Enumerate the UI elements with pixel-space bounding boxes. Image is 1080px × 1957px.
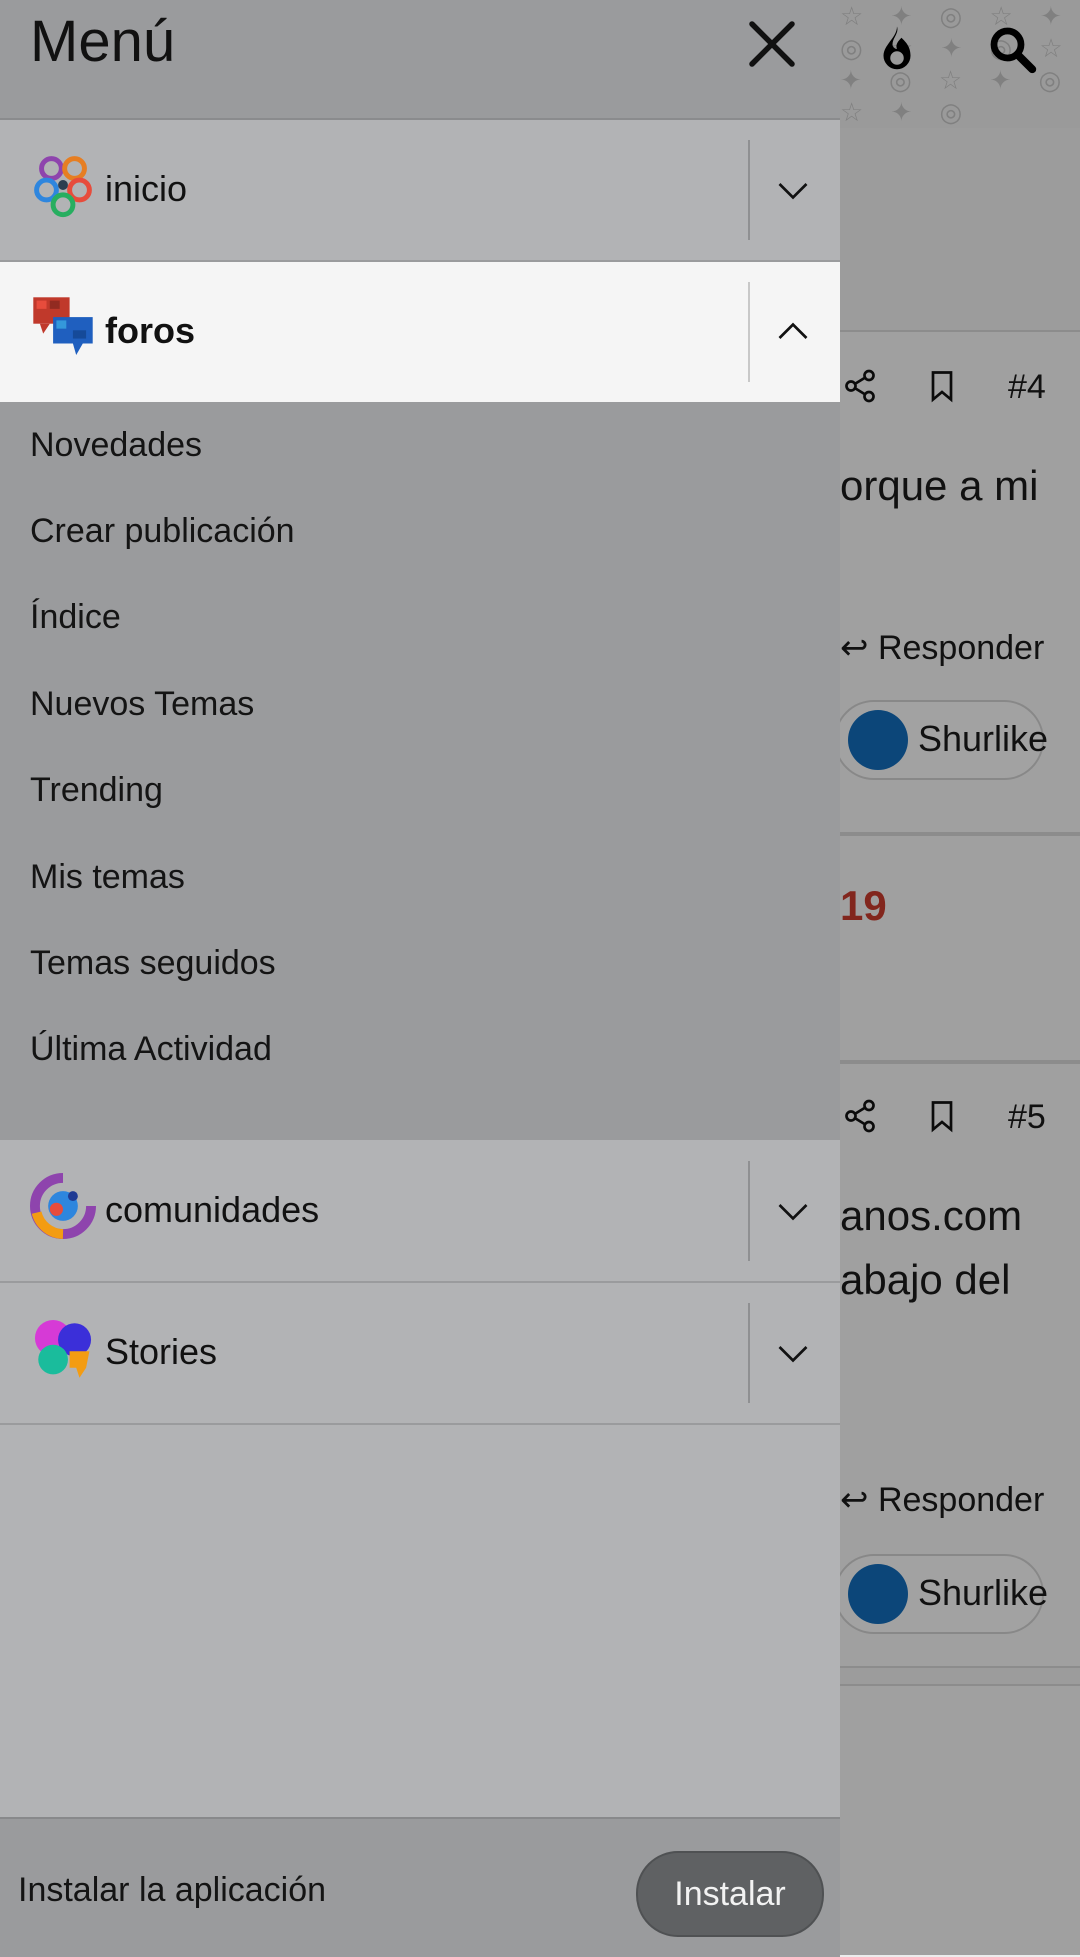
divider	[748, 1303, 750, 1403]
drawer-title: Menú	[30, 9, 176, 74]
close-icon[interactable]	[742, 14, 802, 74]
submenu-item-indice[interactable]: Índice	[30, 598, 121, 637]
navigation-drawer: Menú inicio foros Novedades Crear public…	[0, 0, 840, 1957]
submenu-item-crear-publicacion[interactable]: Crear publicación	[30, 512, 295, 551]
section-label: foros	[105, 310, 195, 351]
install-app-bar: Instalar la aplicación Instalar	[0, 1817, 840, 1957]
submenu-item-mis-temas[interactable]: Mis temas	[30, 858, 185, 897]
chevron-down-icon[interactable]	[775, 1193, 811, 1229]
section-label: inicio	[105, 168, 188, 209]
comunidades-logo-icon	[30, 1173, 96, 1239]
submenu-item-temas-seguidos[interactable]: Temas seguidos	[30, 944, 276, 983]
section-foros[interactable]: foros	[0, 262, 840, 402]
section-label: comunidades	[105, 1189, 320, 1230]
chevron-down-icon[interactable]	[775, 172, 811, 208]
section-comunidades[interactable]: comunidades	[0, 1141, 840, 1283]
divider	[748, 140, 750, 240]
foros-logo-icon	[33, 297, 93, 356]
foros-submenu: Novedades Crear publicación Índice Nuevo…	[0, 402, 840, 1140]
drawer-header: Menú	[0, 0, 840, 120]
stories-logo-icon	[34, 1319, 92, 1378]
inicio-logo-icon	[34, 156, 92, 218]
chevron-up-icon[interactable]	[775, 314, 811, 350]
install-button[interactable]: Instalar	[636, 1851, 824, 1937]
divider	[748, 1161, 750, 1261]
submenu-item-trending[interactable]: Trending	[30, 771, 163, 810]
submenu-item-novedades[interactable]: Novedades	[30, 426, 202, 465]
section-inicio[interactable]: inicio	[0, 120, 840, 262]
divider	[748, 282, 750, 382]
chevron-down-icon[interactable]	[775, 1335, 811, 1371]
section-stories[interactable]: Stories	[0, 1283, 840, 1425]
submenu-item-ultima-actividad[interactable]: Última Actividad	[30, 1030, 272, 1069]
install-app-text: Instalar la aplicación	[18, 1871, 327, 1909]
submenu-item-nuevos-temas[interactable]: Nuevos Temas	[30, 685, 254, 724]
section-label: Stories	[105, 1331, 218, 1372]
